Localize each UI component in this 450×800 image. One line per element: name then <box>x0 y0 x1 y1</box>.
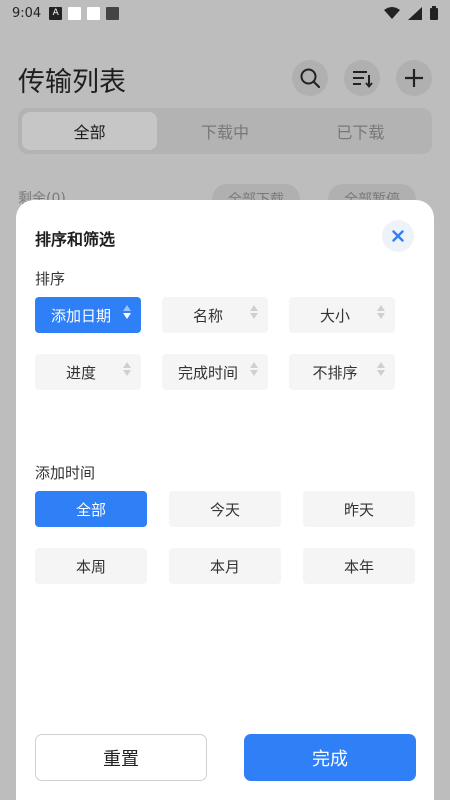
time-filter-this-month[interactable]: 本月 <box>169 548 281 584</box>
time-filter-today[interactable]: 今天 <box>169 491 281 527</box>
sort-button[interactable] <box>344 60 380 96</box>
sort-option-label: 不排序 <box>312 363 358 382</box>
sort-option-label: 大小 <box>319 306 350 325</box>
sort-option-label: 进度 <box>65 363 96 382</box>
cellular-icon <box>408 6 422 20</box>
time-filter-all[interactable]: 全部 <box>35 491 147 527</box>
sort-option-label: 名称 <box>192 306 223 325</box>
sort-option-size[interactable]: 大小 <box>289 297 395 333</box>
wifi-icon <box>384 6 400 19</box>
sort-list-icon <box>353 71 373 88</box>
notification-square-icon <box>106 6 120 20</box>
tab-bar: 全部 下载中 已下载 <box>18 108 432 154</box>
notification-a-icon: A <box>49 6 63 20</box>
header-actions <box>292 60 432 96</box>
sort-option-none[interactable]: 不排序 <box>289 354 395 390</box>
sort-arrows-icon <box>250 362 258 376</box>
sort-filter-sheet: 排序和筛选 排序 添加日期 名称 大小 进度 完成时间 不排序 添加时间 全部 … <box>16 200 434 800</box>
status-bar: 9:04 A <box>0 0 450 26</box>
search-button[interactable] <box>292 60 328 96</box>
tab-all[interactable]: 全部 <box>22 112 158 150</box>
sort-arrows-icon <box>123 362 131 376</box>
sheet-title: 排序和筛选 <box>35 230 116 249</box>
status-time: 9:04 <box>12 5 42 21</box>
time-filter-yesterday[interactable]: 昨天 <box>303 491 415 527</box>
sort-option-progress[interactable]: 进度 <box>35 354 141 390</box>
sort-arrows-icon <box>377 362 385 376</box>
close-icon <box>392 230 404 242</box>
notification-square-icon <box>68 6 82 20</box>
page-title: 传输列表 <box>18 67 126 98</box>
time-section-label: 添加时间 <box>35 464 96 482</box>
sort-arrows-icon <box>123 305 131 319</box>
sort-option-completion-time[interactable]: 完成时间 <box>162 354 268 390</box>
add-button[interactable] <box>396 60 432 96</box>
sort-arrows-icon <box>250 305 258 319</box>
notification-square-icon <box>87 6 101 20</box>
tab-downloading[interactable]: 下载中 <box>157 112 292 150</box>
plus-icon <box>405 69 423 87</box>
reset-button[interactable]: 重置 <box>35 734 207 781</box>
sort-option-name[interactable]: 名称 <box>162 297 268 333</box>
battery-icon <box>430 6 438 20</box>
sort-option-date-added[interactable]: 添加日期 <box>35 297 141 333</box>
done-button[interactable]: 完成 <box>244 734 416 781</box>
sort-arrows-icon <box>377 305 385 319</box>
sort-option-label: 完成时间 <box>177 363 238 382</box>
search-icon <box>300 68 321 89</box>
close-button[interactable] <box>382 220 414 252</box>
time-filter-this-year[interactable]: 本年 <box>303 548 415 584</box>
sort-option-label: 添加日期 <box>50 306 111 325</box>
sort-section-label: 排序 <box>35 270 66 288</box>
tab-downloaded[interactable]: 已下载 <box>293 112 428 150</box>
time-filter-this-week[interactable]: 本周 <box>35 548 147 584</box>
